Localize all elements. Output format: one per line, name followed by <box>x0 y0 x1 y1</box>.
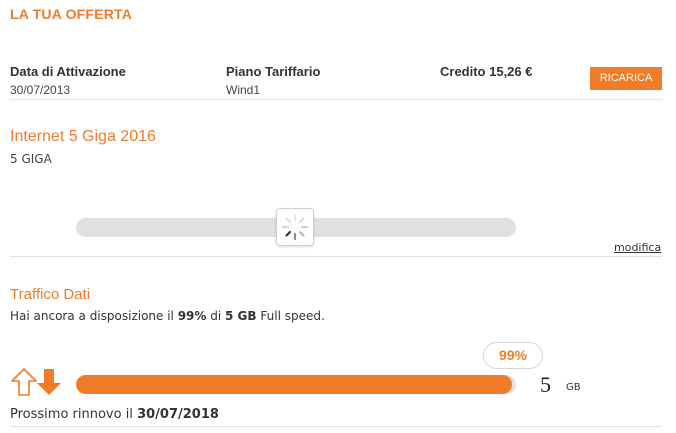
activation-date-value: 30/07/2013 <box>10 83 71 97</box>
tariff-plan-label: Piano Tariffario <box>226 64 321 79</box>
tariff-plan-value: Wind1 <box>226 83 261 97</box>
traffic-amount: 5 GB <box>225 309 257 323</box>
usage-percent-bubble: 99% <box>483 342 543 369</box>
section-divider <box>10 256 662 257</box>
offer-slider-handle[interactable] <box>276 208 314 246</box>
recharge-button[interactable]: RICARICA <box>590 67 662 90</box>
page-title: LA TUA OFFERTA <box>10 6 133 22</box>
activation-date-block: Data di Attivazione 30/07/2013 <box>10 64 126 98</box>
next-renewal: Prossimo rinnovo il 30/07/2018 <box>10 407 219 422</box>
traffic-description: Hai ancora a disposizione il 99% di 5 GB… <box>10 309 325 323</box>
total-data-amount: 5 <box>540 372 551 397</box>
data-usage-fill <box>76 375 512 394</box>
modify-offer-link[interactable]: modifica <box>614 241 661 254</box>
total-data-unit: GB <box>566 382 581 393</box>
upload-download-arrows-icon <box>10 366 66 398</box>
activation-date-label: Data di Attivazione <box>10 64 126 79</box>
traffic-percent: 99% <box>177 309 207 323</box>
renewal-date: 30/07/2018 <box>137 407 219 422</box>
traffic-title: Traffico Dati <box>10 286 91 303</box>
data-usage-bar <box>76 375 516 394</box>
tariff-plan-block: Piano Tariffario Wind1 <box>226 64 320 98</box>
offer-size: 5 GIGA <box>10 152 52 166</box>
bottom-divider <box>10 426 662 427</box>
offer-name: Internet 5 Giga 2016 <box>10 128 156 145</box>
credit-balance: Credito 15,26 € <box>440 64 533 79</box>
account-info-row: Data di Attivazione 30/07/2013 Piano Tar… <box>10 64 662 100</box>
